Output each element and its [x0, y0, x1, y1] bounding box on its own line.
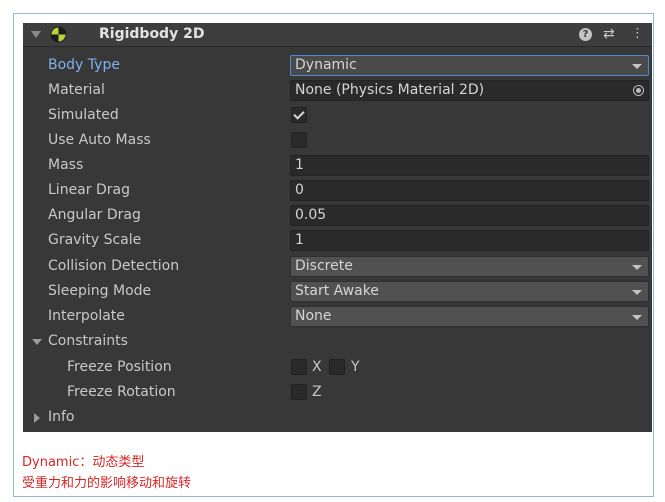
body-type-value: Dynamic	[295, 57, 357, 73]
object-picker-icon[interactable]	[633, 85, 644, 96]
sleeping-mode-label: Sleeping Mode	[48, 283, 152, 299]
caption-line-2: 受重力和力的影响移动和旋转	[22, 476, 192, 491]
freeze-rotation-z-checkbox[interactable]	[291, 384, 307, 400]
freeze-position-y-checkbox[interactable]	[329, 359, 345, 375]
freeze-rotation-z-label: Z	[312, 384, 322, 400]
use-auto-mass-label: Use Auto Mass	[48, 132, 151, 148]
simulated-checkbox[interactable]	[291, 107, 307, 123]
rigidbody2d-icon	[50, 26, 67, 43]
row-linear-drag: Linear Drag 0	[23, 179, 652, 204]
interpolate-value: None	[295, 308, 332, 324]
row-simulated: Simulated	[23, 104, 652, 129]
row-use-auto-mass: Use Auto Mass	[23, 129, 652, 154]
simulated-label: Simulated	[48, 107, 119, 123]
sleeping-mode-value: Start Awake	[295, 283, 379, 299]
dropdown-arrow-icon	[632, 315, 642, 320]
help-icon[interactable]: ?	[579, 26, 592, 41]
info-label: Info	[48, 409, 75, 425]
angular-drag-label: Angular Drag	[48, 207, 141, 223]
row-body-type: Body Type Dynamic	[23, 54, 652, 79]
interpolate-label: Interpolate	[48, 308, 125, 324]
freeze-rotation-label: Freeze Rotation	[67, 384, 176, 400]
constraints-foldout[interactable]: Constraints	[23, 330, 652, 355]
row-freeze-position: Freeze Position X Y	[23, 356, 652, 381]
sleeping-mode-dropdown[interactable]: Start Awake	[290, 281, 649, 302]
use-auto-mass-checkbox[interactable]	[291, 132, 307, 148]
freeze-position-x-checkbox[interactable]	[291, 359, 307, 375]
kebab-menu-icon[interactable]: ⋮	[631, 26, 644, 41]
row-mass: Mass 1	[23, 154, 652, 179]
constraints-label: Constraints	[48, 333, 128, 349]
linear-drag-input[interactable]: 0	[290, 180, 649, 201]
row-interpolate: Interpolate None	[23, 305, 652, 330]
foldout-closed-icon[interactable]	[34, 413, 40, 423]
body-type-label: Body Type	[48, 57, 120, 73]
collision-detection-label: Collision Detection	[48, 258, 180, 274]
preset-icon[interactable]: ⇄	[603, 26, 615, 42]
caption-line-1: Dynamic：动态类型	[22, 455, 145, 470]
row-material: Material None (Physics Material 2D)	[23, 79, 652, 104]
inspector-panel: Rigidbody 2D ? ⇄ ⋮ Body Type Dynamic Mat…	[23, 23, 652, 432]
material-label: Material	[48, 82, 105, 98]
material-value: None (Physics Material 2D)	[295, 82, 485, 98]
row-freeze-rotation: Freeze Rotation Z	[23, 381, 652, 406]
dropdown-arrow-icon	[632, 290, 642, 295]
info-foldout[interactable]: Info	[23, 406, 652, 431]
collision-detection-value: Discrete	[295, 258, 353, 274]
body-type-dropdown[interactable]: Dynamic	[290, 55, 649, 76]
freeze-position-label: Freeze Position	[67, 359, 172, 375]
component-header[interactable]: Rigidbody 2D ? ⇄ ⋮	[23, 23, 652, 47]
linear-drag-label: Linear Drag	[48, 182, 130, 198]
mass-input[interactable]: 1	[290, 155, 649, 176]
foldout-arrow-icon[interactable]	[31, 31, 41, 38]
interpolate-dropdown[interactable]: None	[290, 306, 649, 327]
dropdown-arrow-icon	[632, 64, 642, 69]
angular-drag-input[interactable]: 0.05	[290, 205, 649, 226]
freeze-position-y-label: Y	[351, 359, 360, 375]
freeze-position-x-label: X	[312, 359, 322, 375]
row-gravity-scale: Gravity Scale 1	[23, 229, 652, 254]
row-angular-drag: Angular Drag 0.05	[23, 204, 652, 229]
material-object-field[interactable]: None (Physics Material 2D)	[290, 80, 649, 101]
mass-label: Mass	[48, 157, 84, 173]
foldout-open-icon[interactable]	[32, 339, 42, 345]
dropdown-arrow-icon	[632, 265, 642, 270]
gravity-scale-label: Gravity Scale	[48, 232, 142, 248]
gravity-scale-input[interactable]: 1	[290, 230, 649, 251]
collision-detection-dropdown[interactable]: Discrete	[290, 256, 649, 277]
row-sleeping-mode: Sleeping Mode Start Awake	[23, 280, 652, 305]
row-collision-detection: Collision Detection Discrete	[23, 255, 652, 280]
component-title: Rigidbody 2D	[99, 26, 205, 42]
